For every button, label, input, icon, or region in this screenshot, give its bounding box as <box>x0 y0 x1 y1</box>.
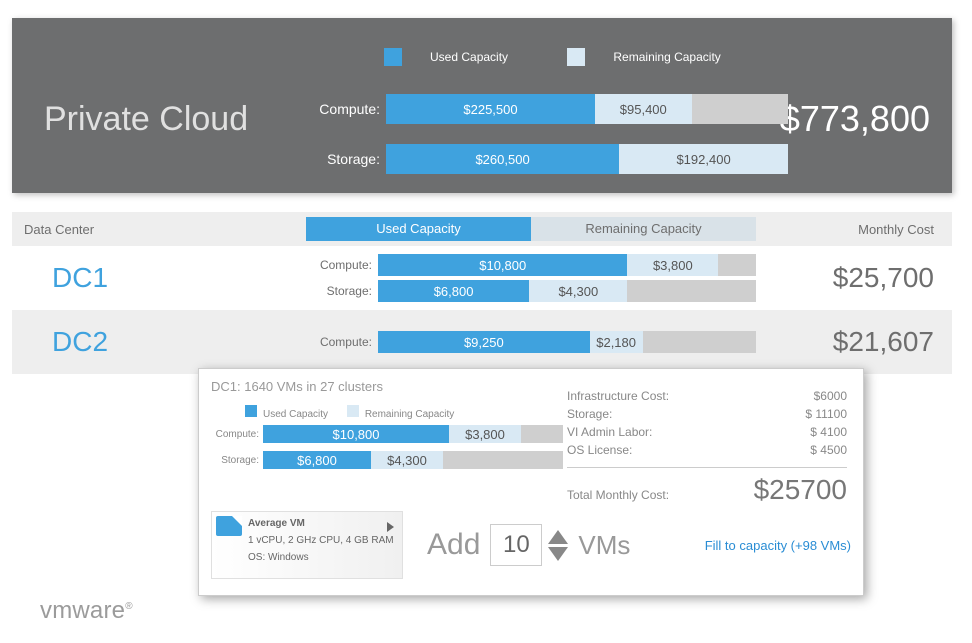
vmware-logo: vmware® <box>40 597 133 625</box>
vm-count-input[interactable] <box>490 524 542 566</box>
swatch-remaining-icon <box>347 405 359 417</box>
vm-spec: 1 vCPU, 2 GHz CPU, 4 GB RAM <box>248 535 394 546</box>
dc-detail-panel: DC1: 1640 VMs in 27 clusters Used Capaci… <box>198 368 864 596</box>
swatch-used-icon <box>384 48 402 66</box>
compute-label: Compute: <box>306 258 372 272</box>
detail-storage-remaining-segment: $4,300 <box>371 451 443 469</box>
vm-title: Average VM <box>248 518 394 529</box>
cost-infra-value: $6000 <box>814 389 847 407</box>
legend-remaining-label: Remaining Capacity <box>365 409 455 420</box>
dc1-storage-used-segment: $6,800 <box>378 280 529 302</box>
storage-label: Storage: <box>211 455 259 466</box>
storage-row: Storage: $260,500 $192,400 <box>310 144 788 174</box>
cost-infra-label: Infrastructure Cost: <box>567 389 669 407</box>
vm-icon <box>216 516 242 536</box>
dc1-compute-bar: $10,800 $3,800 <box>378 254 756 276</box>
detail-legend: Used Capacity Remaining Capacity <box>245 405 454 420</box>
tab-used-capacity[interactable]: Used Capacity <box>306 217 531 241</box>
compute-remaining-segment: $95,400 <box>595 94 691 124</box>
storage-label: Storage: <box>306 284 372 298</box>
legend-used-label: Used Capacity <box>263 409 328 420</box>
legend-used-label: Used Capacity <box>430 50 508 64</box>
legend-remaining-label: Remaining Capacity <box>613 50 720 64</box>
dc1-compute-used-segment: $10,800 <box>378 254 627 276</box>
cost-os-value: $ 4500 <box>810 443 847 461</box>
chevron-right-icon <box>387 522 394 532</box>
cost-os-label: OS License: <box>567 443 632 461</box>
detail-storage-used-segment: $6,800 <box>263 451 371 469</box>
compute-label: Compute: <box>306 335 372 349</box>
vms-label: VMs <box>578 530 630 561</box>
detail-compute-used-segment: $10,800 <box>263 425 449 443</box>
dc2-compute-bar: $9,250 $2,180 <box>378 331 756 353</box>
detail-storage-bar: $6,800 $4,300 <box>263 451 563 469</box>
dc1-compute-remaining-segment: $3,800 <box>627 254 718 276</box>
detail-compute-remaining-segment: $3,800 <box>449 425 521 443</box>
compute-label: Compute: <box>310 101 380 117</box>
dc-name: DC1 <box>12 262 306 294</box>
dc1-storage-bar: $6,800 $4,300 <box>378 280 756 302</box>
compute-bar: $225,500 $95,400 <box>386 94 788 124</box>
detail-storage-row: Storage: $6,800 $4,300 <box>211 451 563 469</box>
quantity-stepper <box>548 530 568 561</box>
cost-total-value: $25700 <box>754 474 847 506</box>
vm-os: OS: Windows <box>248 552 394 563</box>
vm-template-card[interactable]: Average VM 1 vCPU, 2 GHz CPU, 4 GB RAM O… <box>211 511 403 579</box>
cost-storage-value: $ 11100 <box>805 407 847 425</box>
table-header: Data Center Used Capacity Remaining Capa… <box>12 212 952 246</box>
dc-name: DC2 <box>12 326 306 358</box>
col-monthly-cost: Monthly Cost <box>756 222 952 237</box>
storage-remaining-segment: $192,400 <box>619 144 788 174</box>
tab-remaining-capacity[interactable]: Remaining Capacity <box>531 217 756 241</box>
table-row[interactable]: DC1 Compute: $10,800 $3,800 Storage: $6,… <box>12 246 952 310</box>
logo-text: vmware <box>40 597 125 624</box>
cost-storage-label: Storage: <box>567 407 612 425</box>
compute-used-segment: $225,500 <box>386 94 595 124</box>
dc2-cost: $21,607 <box>756 326 952 358</box>
stepper-up-icon[interactable] <box>548 530 568 544</box>
fill-to-capacity-link[interactable]: Fill to capacity (+98 VMs) <box>705 538 851 553</box>
swatch-remaining-icon <box>567 48 585 66</box>
dc2-compute-remaining-segment: $2,180 <box>590 331 643 353</box>
compute-row: Compute: $225,500 $95,400 <box>310 94 788 124</box>
detail-compute-bar: $10,800 $3,800 <box>263 425 563 443</box>
capacity-legend: Used Capacity Remaining Capacity <box>384 48 777 69</box>
dc1-cost: $25,700 <box>756 262 952 294</box>
detail-cost-block: Infrastructure Cost: $6000 Storage: $ 1110… <box>567 389 847 492</box>
table-row[interactable]: DC2 Compute: $9,250 $2,180 $21,607 <box>12 310 952 374</box>
add-vm-row: Average VM 1 vCPU, 2 GHz CPU, 4 GB RAM O… <box>211 507 851 583</box>
storage-label: Storage: <box>310 151 380 167</box>
add-label: Add <box>427 528 480 562</box>
compute-label: Compute: <box>211 429 259 440</box>
private-cloud-card: Private Cloud $773,800 Used Capacity Rem… <box>12 18 952 193</box>
dc2-compute-used-segment: $9,250 <box>378 331 590 353</box>
col-data-center: Data Center <box>12 222 306 237</box>
data-center-table: Data Center Used Capacity Remaining Capa… <box>12 212 952 374</box>
dc1-bars: Compute: $10,800 $3,800 Storage: $6,800 … <box>306 251 756 305</box>
swatch-used-icon <box>245 405 257 417</box>
dc2-bars: Compute: $9,250 $2,180 <box>306 328 756 356</box>
dc1-storage-remaining-segment: $4,300 <box>529 280 627 302</box>
stepper-down-icon[interactable] <box>548 547 568 561</box>
cost-labor-value: $ 4100 <box>810 425 847 443</box>
storage-used-segment: $260,500 <box>386 144 619 174</box>
cost-labor-label: VI Admin Labor: <box>567 425 652 443</box>
total-cost: $773,800 <box>780 98 930 140</box>
storage-bar: $260,500 $192,400 <box>386 144 788 174</box>
cost-total-label: Total Monthly Cost: <box>567 488 669 502</box>
detail-compute-row: Compute: $10,800 $3,800 <box>211 425 563 443</box>
page-title: Private Cloud <box>44 100 248 139</box>
detail-title: DC1: 1640 VMs in 27 clusters <box>211 379 383 394</box>
